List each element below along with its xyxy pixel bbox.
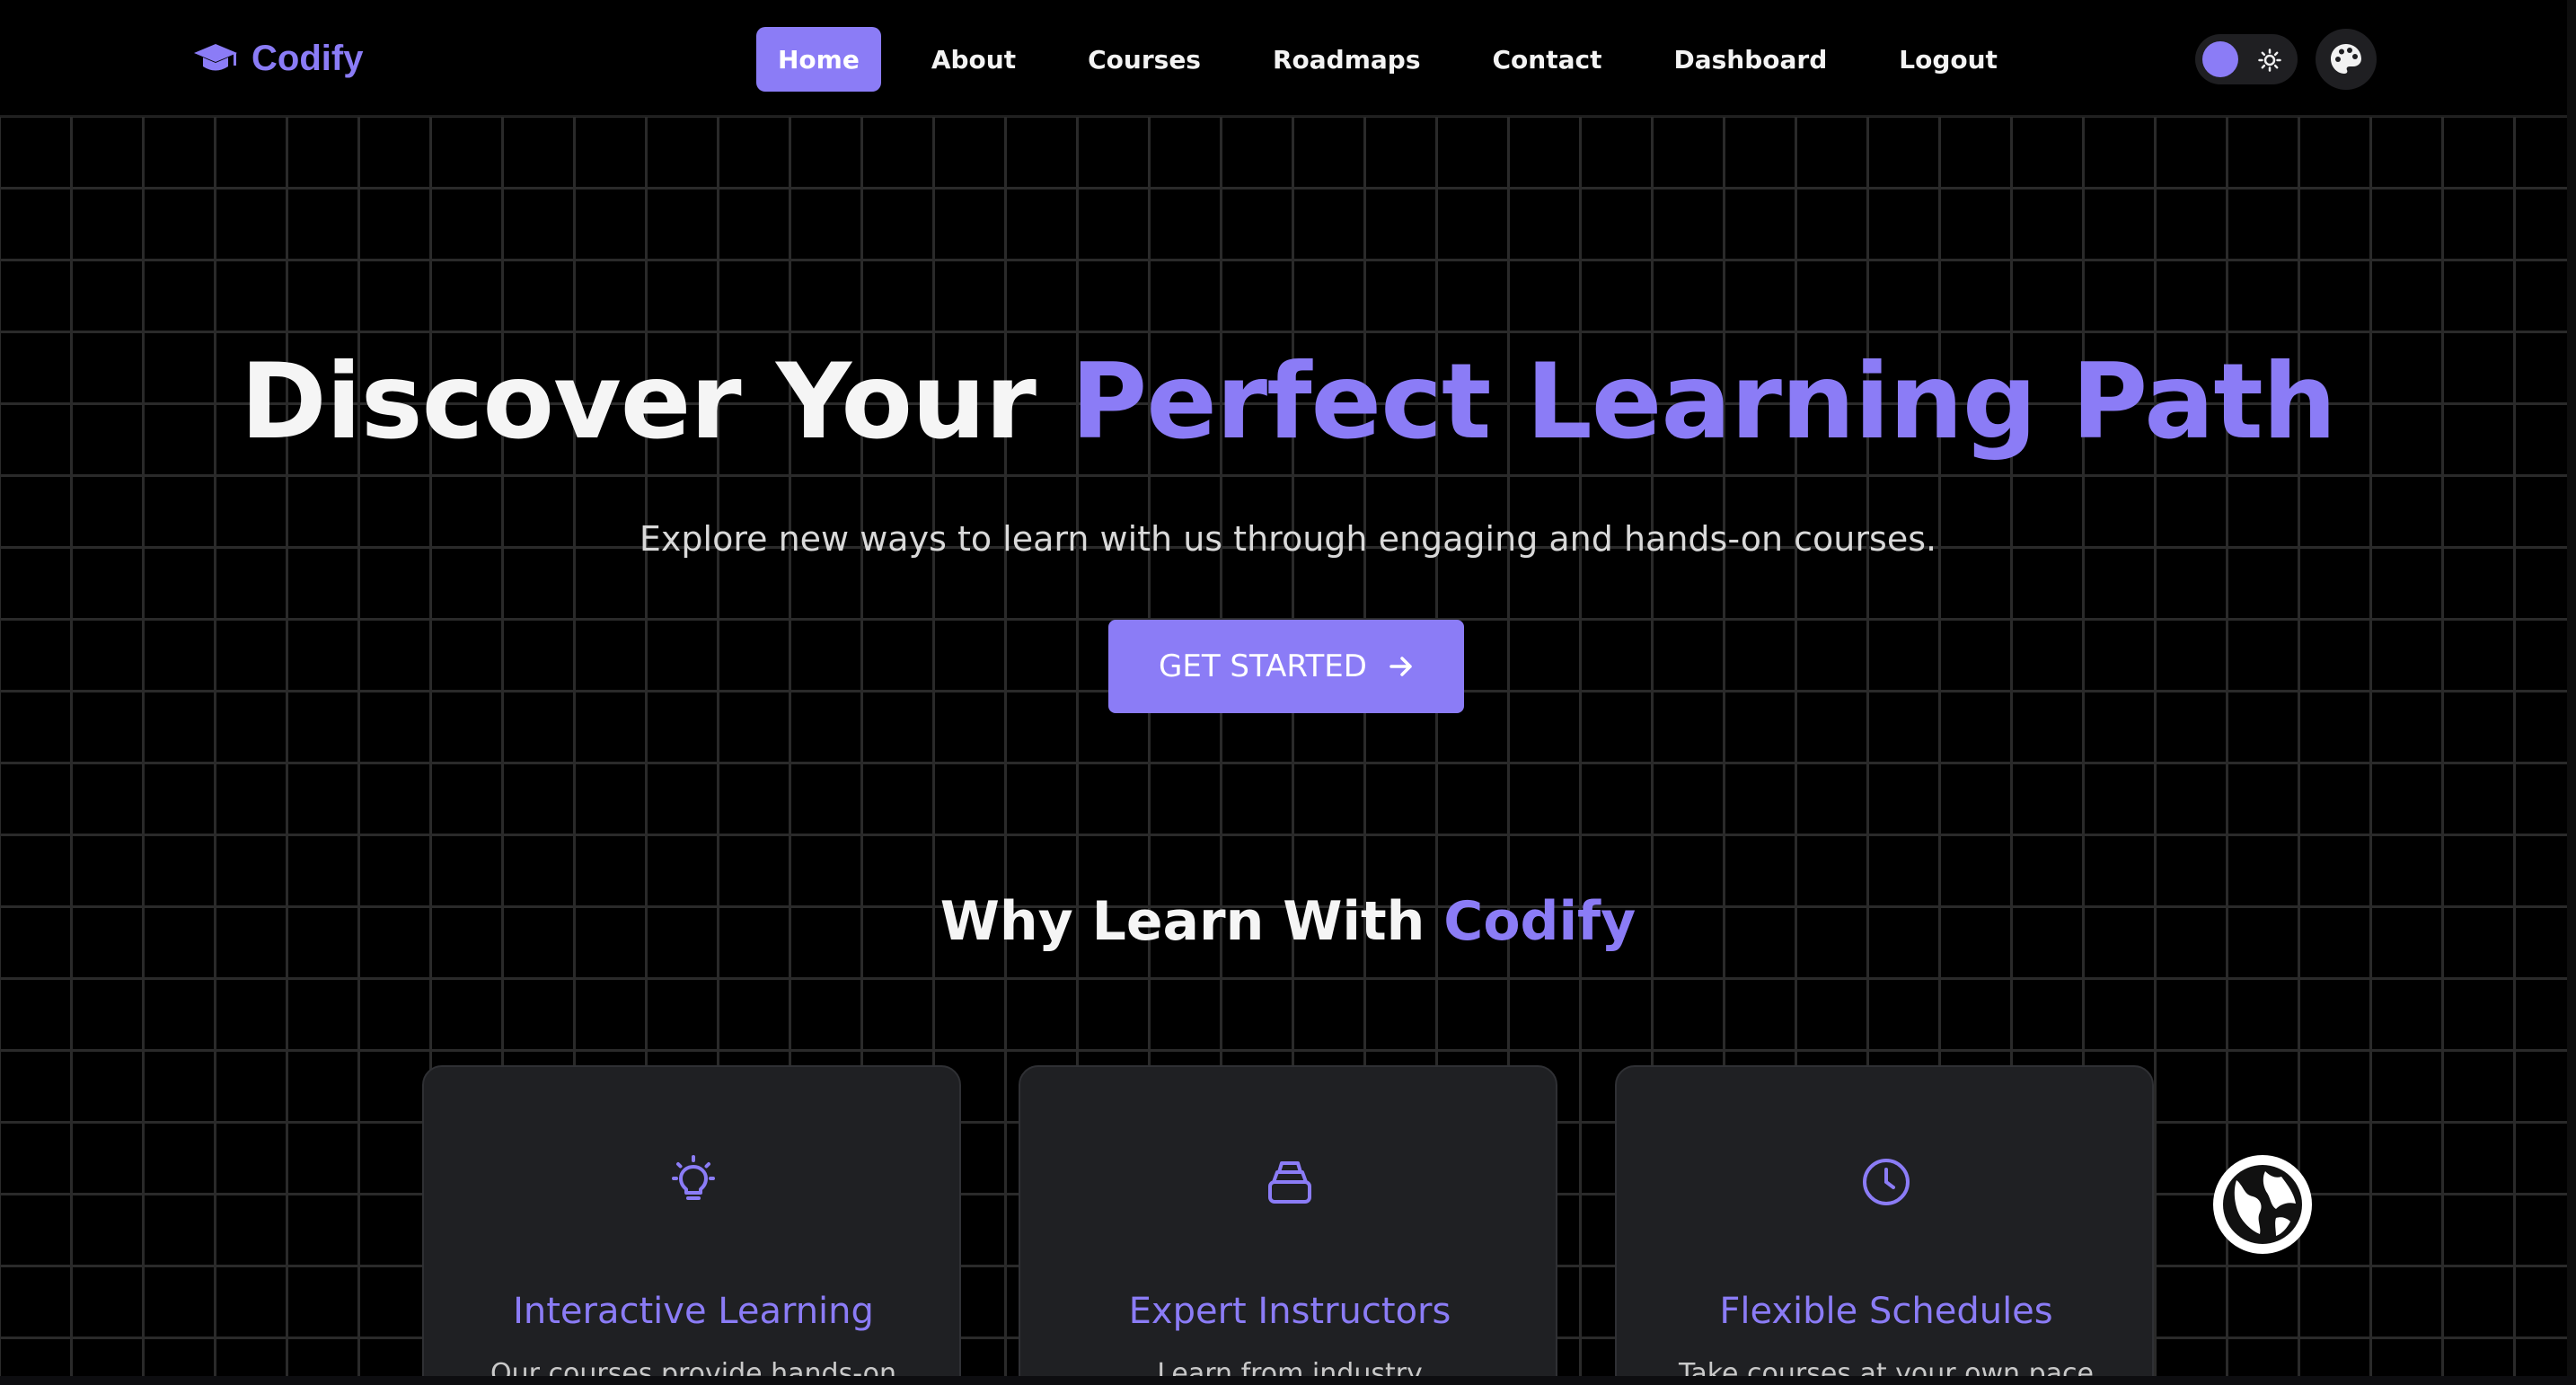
navbar: Codify Home About Courses Roadmaps Conta… (0, 0, 2576, 117)
language-button[interactable] (2213, 1155, 2312, 1254)
nav-courses[interactable]: Courses (1066, 27, 1222, 92)
nav-roadmaps[interactable]: Roadmaps (1251, 27, 1442, 92)
graduation-cap-icon (194, 44, 237, 71)
hero-title-accent: Perfect Learning Path (1071, 341, 2336, 463)
why-title-accent: Codify (1443, 890, 1636, 953)
feature-title: Flexible Schedules (1719, 1291, 2053, 1332)
sun-icon (2258, 49, 2281, 72)
hero-title: Discover Your Perfect Learning Path (0, 340, 2576, 465)
globe-icon (2223, 1165, 2302, 1244)
brand-logo[interactable]: Codify (192, 36, 363, 81)
clock-icon (1863, 1159, 1910, 1205)
theme-toggle[interactable] (2195, 34, 2298, 84)
feature-card-flexible-schedules: Flexible Schedules Take courses at your … (1615, 1065, 2154, 1385)
lightbulb-icon (672, 1155, 715, 1200)
hero-title-prefix: Discover Your (240, 341, 1072, 463)
brand-name: Codify (251, 38, 364, 78)
hero-subtitle: Explore new ways to learn with us throug… (639, 519, 1937, 559)
get-started-label: GET STARTED (1159, 648, 1367, 684)
feature-card-expert-instructors: Expert Instructors Learn from industry (1019, 1065, 1557, 1385)
nav-contact[interactable]: Contact (1471, 27, 1624, 92)
nav-home[interactable]: Home (756, 27, 881, 92)
feature-title: Interactive Learning (513, 1291, 874, 1332)
instructor-icon (1268, 1161, 1311, 1204)
why-title: Why Learn With Codify (0, 887, 2576, 956)
palette-icon (2331, 44, 2361, 74)
palette-button[interactable] (2316, 29, 2377, 90)
arrow-right-icon (1389, 657, 1412, 676)
main-nav: Home About Courses Roadmaps Contact Dash… (756, 27, 2048, 92)
get-started-button[interactable]: GET STARTED (1108, 620, 1464, 713)
feature-title: Expert Instructors (1128, 1291, 1451, 1332)
window-bottom-edge (0, 1376, 2576, 1385)
toggle-knob (2202, 41, 2238, 77)
why-title-prefix: Why Learn With (940, 890, 1444, 953)
feature-card-interactive-learning: Interactive Learning Our courses provide… (422, 1065, 961, 1385)
nav-dashboard[interactable]: Dashboard (1652, 27, 1848, 92)
page: Codify Home About Courses Roadmaps Conta… (0, 0, 2576, 1385)
nav-logout[interactable]: Logout (1877, 27, 2019, 92)
scrollbar[interactable] (2567, 0, 2576, 1385)
nav-about[interactable]: About (910, 27, 1037, 92)
